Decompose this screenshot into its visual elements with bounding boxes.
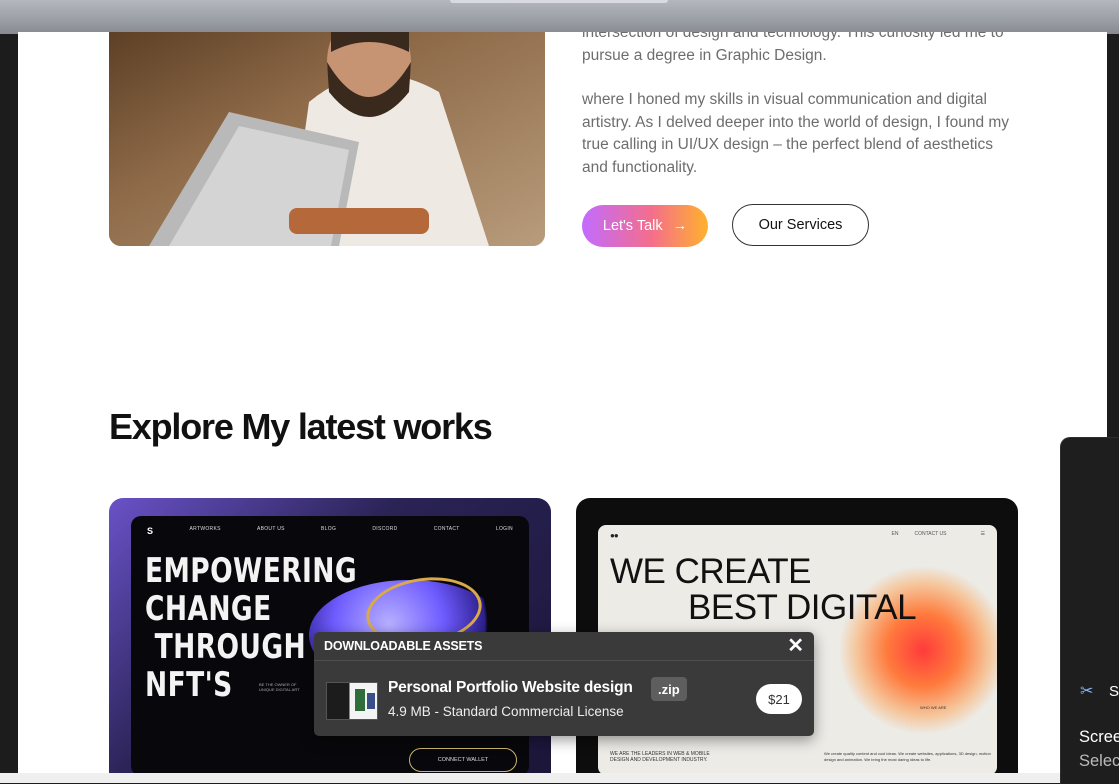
bottom-strip bbox=[0, 773, 1060, 783]
popup-header: DOWNLOADABLE ASSETS ✕ bbox=[314, 632, 814, 661]
thumbnail-shape bbox=[355, 689, 365, 711]
asset-meta: 4.9 MB - Standard Commercial License bbox=[388, 704, 624, 719]
agency-logo-dots: ●● bbox=[610, 531, 619, 540]
man-on-phone-image bbox=[109, 32, 545, 246]
about-paragraph-2: where I honed my skills in visual commun… bbox=[582, 91, 1010, 176]
nft-nav-item: LOGIN bbox=[495, 526, 513, 532]
nft-nav-item: ABOUT US bbox=[256, 526, 285, 532]
asset-thumbnail bbox=[326, 682, 378, 720]
arrow-right-icon: → bbox=[672, 218, 688, 234]
agency-footer-left: WE ARE THE LEADERS IN WEB & MOBILE DESIG… bbox=[610, 751, 710, 763]
panel-title[interactable]: Scree bbox=[1079, 728, 1119, 747]
agency-footer-right: We create quality content and cool ideas… bbox=[824, 751, 991, 762]
agency-nav-contact: CONTACT US bbox=[914, 531, 947, 537]
about-text: intersection of design and technology. T… bbox=[582, 32, 1022, 179]
agency-who-we-are: WHO WE ARE bbox=[920, 705, 947, 710]
agency-nav-lang: EN bbox=[891, 531, 899, 537]
hero-photo bbox=[109, 32, 545, 246]
address-bar-pill[interactable] bbox=[450, 0, 668, 3]
price-button[interactable]: $21 bbox=[756, 684, 802, 714]
agency-nav: ●● EN CONTACT US ☰ bbox=[610, 531, 985, 540]
close-icon[interactable]: ✕ bbox=[787, 636, 804, 656]
agency-headline-line-1: WE CREATE bbox=[610, 552, 811, 591]
browser-chrome-bar bbox=[0, 0, 1119, 34]
popup-title: DOWNLOADABLE ASSETS bbox=[324, 639, 483, 653]
nft-nav-item: CONTACT bbox=[433, 526, 460, 532]
thumbnail-shape bbox=[367, 693, 375, 709]
panel-subtitle: Selec bbox=[1079, 752, 1119, 770]
file-type-badge: .zip bbox=[651, 677, 687, 701]
our-services-label: Our Services bbox=[758, 217, 843, 233]
panel-label-fragment: S bbox=[1109, 683, 1119, 700]
about-paragraph-1: intersection of design and technology. T… bbox=[582, 32, 1004, 64]
screenshot-tool-panel: ✂ S Scree Selec bbox=[1060, 437, 1119, 784]
nft-logo: S bbox=[147, 526, 154, 536]
works-section-title: Explore My latest works bbox=[109, 406, 493, 447]
connect-wallet-button: CONNECT WALLET bbox=[409, 748, 517, 772]
downloadable-assets-popup: DOWNLOADABLE ASSETS ✕ Personal Portfolio… bbox=[314, 632, 814, 736]
snipping-tool-icon: ✂ bbox=[1080, 683, 1094, 700]
our-services-button[interactable]: Our Services bbox=[732, 204, 869, 246]
agency-headline-line-2: BEST DIGITAL bbox=[688, 588, 917, 627]
hamburger-menu-icon: ☰ bbox=[980, 531, 985, 537]
lets-talk-label: Let's Talk bbox=[602, 218, 663, 234]
nft-nav-item: ARTWORKS bbox=[189, 526, 221, 532]
lets-talk-button[interactable]: Let's Talk → bbox=[582, 205, 708, 247]
nft-nav: S ARTWORKS ABOUT US BLOG DISCORD CONTACT… bbox=[147, 526, 513, 536]
nft-caption: BE THE OWNER OF UNIQUE DIGITAL ART bbox=[259, 682, 300, 692]
asset-name[interactable]: Personal Portfolio Website design bbox=[388, 679, 633, 697]
nft-nav-item: DISCORD bbox=[372, 526, 398, 532]
nft-nav-item: BLOG bbox=[321, 526, 337, 532]
